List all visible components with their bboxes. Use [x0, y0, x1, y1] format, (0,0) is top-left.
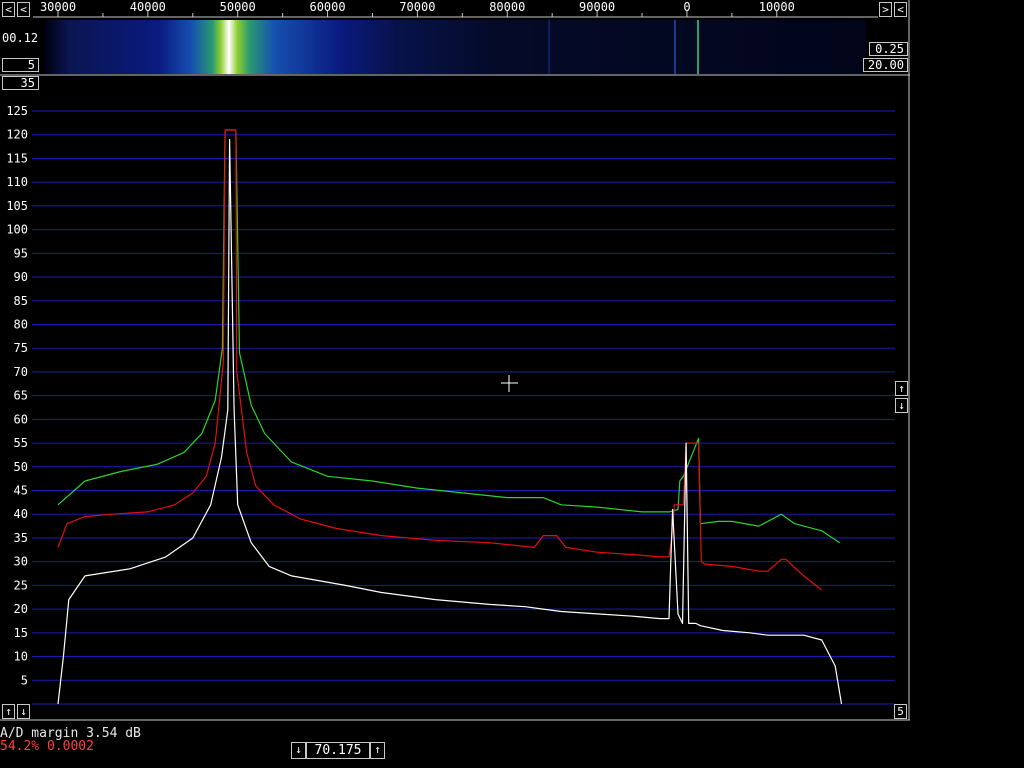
y-tick-label: 15 — [14, 626, 28, 640]
y-tick-label: 50 — [14, 460, 28, 474]
waterfall-gain-box[interactable]: 0.25 — [869, 42, 908, 56]
peak-trace — [57, 129, 841, 544]
y-grid — [32, 110, 895, 705]
y-tick-label: 55 — [14, 436, 28, 450]
y-tick-label: 5 — [21, 673, 28, 687]
y-tick-label: 80 — [14, 317, 28, 331]
y-axis-labels: 5 10 15 20 25 30 35 40 45 50 55 60 65 70 75 80 85 90 95 100… — [6, 104, 28, 687]
waterfall-param-top[interactable]: 00.12 — [2, 31, 38, 45]
y-tick-label: 125 — [6, 104, 28, 118]
y-tick-label: 40 — [14, 507, 28, 521]
amplitude-up-button[interactable]: ↑ — [895, 381, 908, 396]
y-tick-label: 115 — [6, 151, 28, 165]
bottom-left-up-button[interactable]: ↑ — [2, 704, 15, 719]
frequency-label: 90000 — [579, 0, 615, 14]
crosshair-cursor — [501, 375, 518, 392]
traces — [57, 129, 843, 705]
frequency-label: 50000 — [220, 0, 256, 14]
bottom-right-value-box[interactable]: 5 — [894, 704, 907, 719]
y-tick-label: 65 — [14, 389, 28, 403]
y-tick-label: 75 — [14, 341, 28, 355]
y-tick-label: 60 — [14, 412, 28, 426]
frequency-label: 10000 — [759, 0, 795, 14]
frequency-label: 0 — [683, 0, 690, 14]
waterfall-zero-box[interactable]: 20.00 — [863, 58, 908, 72]
y-tick-label: 10 — [14, 650, 28, 664]
average-trace — [57, 129, 823, 591]
tuning-frequency-display[interactable]: 70.175 — [306, 742, 370, 759]
y-tick-label: 20 — [14, 602, 28, 616]
amplitude-down-button[interactable]: ↓ — [895, 398, 908, 413]
y-tick-label: 90 — [14, 270, 28, 284]
spectrum-trace — [57, 138, 843, 705]
y-tick-label: 95 — [14, 246, 28, 260]
y-tick-label: 110 — [6, 175, 28, 189]
spectrum-param-box[interactable]: 35 — [2, 76, 39, 90]
cpu-load-status: 54.2% 0.0002 — [0, 739, 94, 754]
spectrum-display[interactable]: 30000 40000 50000 60000 70000 80000 90000 0 1000… — [0, 0, 1024, 768]
y-tick-label: 25 — [14, 578, 28, 592]
frequency-scale: 30000 40000 50000 60000 70000 80000 90000 0 1000… — [33, 0, 878, 18]
y-tick-label: 85 — [14, 294, 28, 308]
frequency-label: 30000 — [40, 0, 76, 14]
y-tick-label: 35 — [14, 531, 28, 545]
frequency-label: 70000 — [399, 0, 435, 14]
y-tick-label: 105 — [6, 199, 28, 213]
waterfall-param-box-mid[interactable]: 5 — [2, 58, 39, 72]
bottom-left-down-button[interactable]: ↓ — [17, 704, 30, 719]
tune-up-button[interactable]: ↑ — [370, 742, 385, 759]
y-tick-label: 30 — [14, 555, 28, 569]
frequency-label: 80000 — [489, 0, 525, 14]
y-tick-label: 45 — [14, 484, 28, 498]
y-tick-label: 70 — [14, 365, 28, 379]
frequency-label: 60000 — [309, 0, 345, 14]
waterfall-display — [44, 20, 866, 74]
tune-down-button[interactable]: ↓ — [291, 742, 306, 759]
frequency-label: 40000 — [130, 0, 166, 14]
y-tick-label: 100 — [6, 223, 28, 237]
y-tick-label: 120 — [6, 128, 28, 142]
